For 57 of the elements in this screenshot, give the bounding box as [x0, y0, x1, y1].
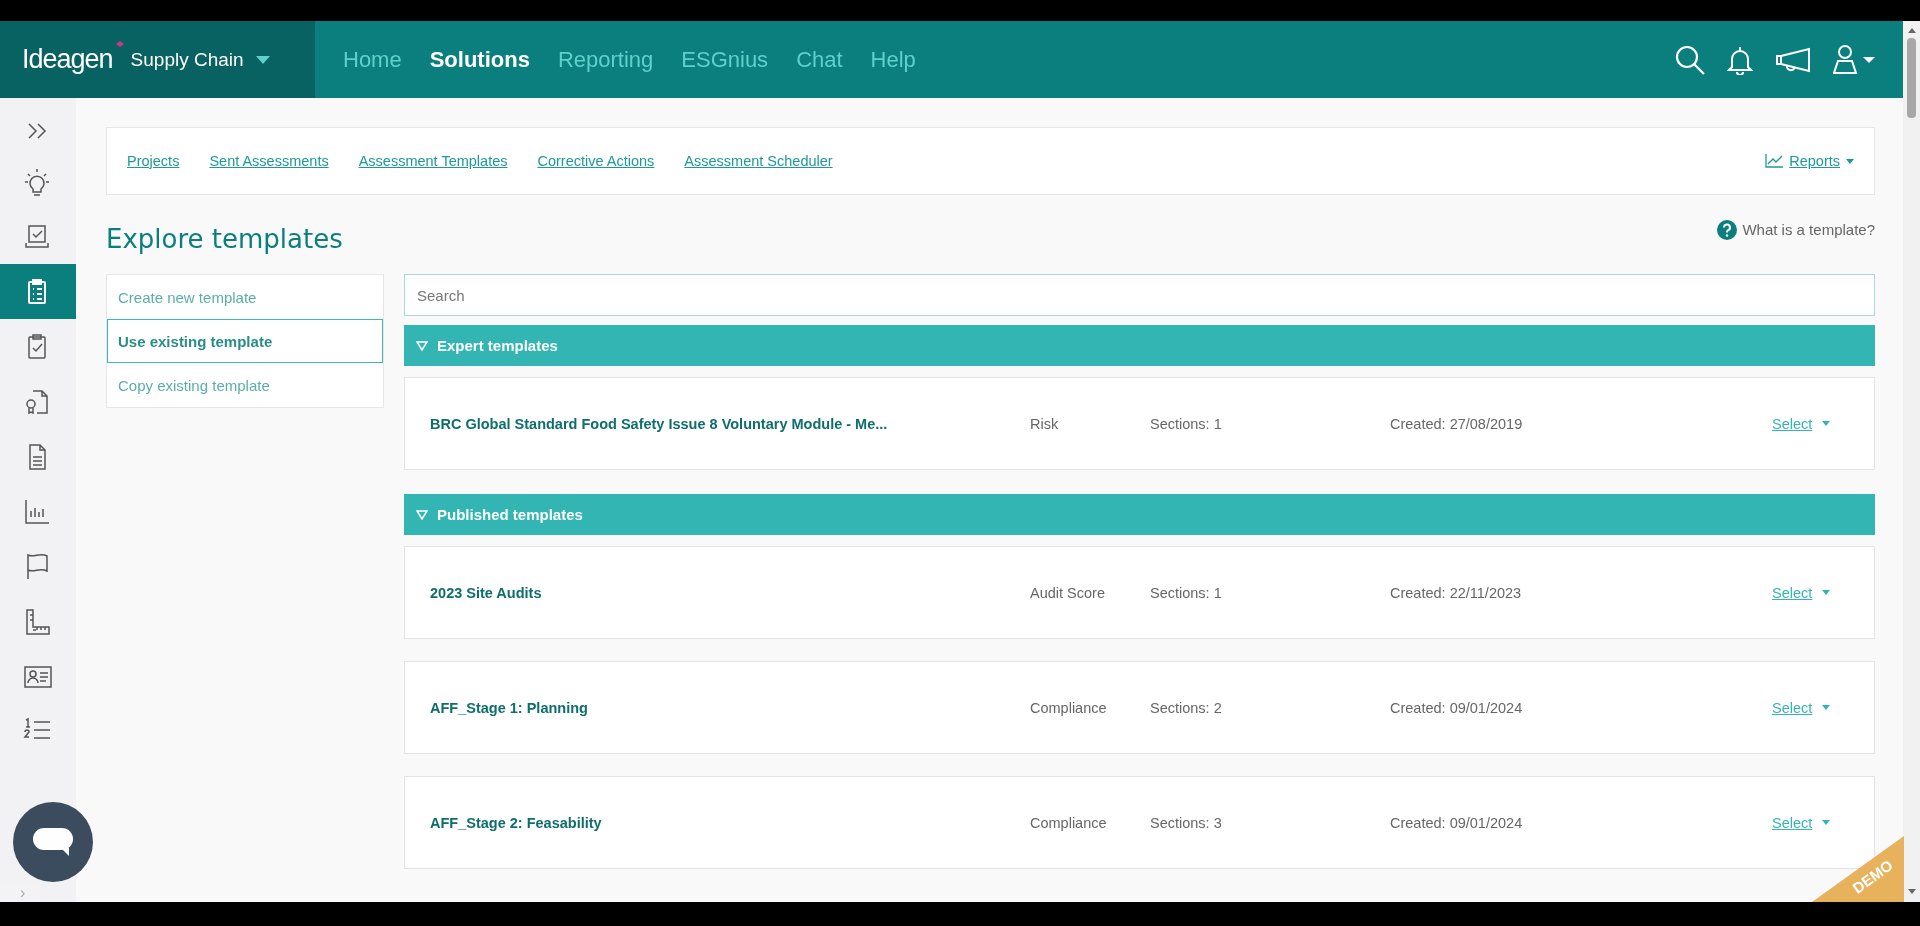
template-name[interactable]: AFF_Stage 1: Planning: [430, 699, 588, 716]
subnav-link[interactable]: Corrective Actions: [537, 153, 655, 169]
subnav-link[interactable]: Assessment Scheduler: [684, 153, 833, 169]
template-type: Risk: [1030, 415, 1059, 432]
nav-tab[interactable]: Solutions: [429, 46, 530, 73]
nav-tab[interactable]: Help: [870, 46, 916, 73]
select-menu[interactable]: Select: [1772, 814, 1831, 831]
line-chart-icon: [1765, 154, 1784, 168]
search-field[interactable]: Search: [404, 274, 1875, 316]
caret-icon: [255, 55, 270, 64]
select-menu[interactable]: Select: [1772, 699, 1831, 716]
sidebar-item[interactable]: [0, 264, 76, 319]
nav-tab[interactable]: ESGnius: [681, 46, 769, 73]
subnav-link[interactable]: Assessment Templates: [358, 153, 508, 169]
created-date: Created: 27/08/2019: [1390, 415, 1523, 432]
logo-mark-icon: [114, 40, 125, 50]
user-icon[interactable]: [1833, 44, 1875, 75]
template-type: Audit Score: [1030, 584, 1105, 601]
help-link[interactable]: What is a template?: [1742, 221, 1875, 238]
template-name[interactable]: BRC Global Standard Food Safety Issue 8 Voluntary Module - Me...: [430, 415, 888, 432]
caret-icon: [1822, 820, 1831, 825]
created-date: Created: 22/11/2023: [1390, 584, 1522, 601]
bell-icon[interactable]: [1727, 44, 1753, 75]
subnav-link[interactable]: Sent Assessments: [209, 153, 329, 169]
template-type: Compliance: [1030, 814, 1107, 831]
caret-icon: [1822, 421, 1831, 426]
template-name[interactable]: AFF_Stage 2: Feasability: [430, 814, 602, 831]
megaphone-icon[interactable]: [1775, 45, 1811, 74]
search-icon[interactable]: [1675, 44, 1705, 75]
expand-icon[interactable]: [27, 122, 49, 140]
caret-icon: [1822, 705, 1831, 710]
section-count: Sections: 2: [1150, 699, 1222, 716]
select-menu[interactable]: Select: [1772, 584, 1831, 601]
reports-menu[interactable]: Reports: [1765, 153, 1854, 169]
created-date: Created: 09/01/2024: [1390, 699, 1523, 716]
section-header[interactable]: Published templates: [404, 494, 1875, 535]
section-count: Sections: 1: [1150, 415, 1222, 432]
subnav-link[interactable]: Projects: [127, 153, 180, 169]
ruler-icon: [23, 606, 53, 637]
product-switcher[interactable]: Supply Chain: [130, 48, 270, 71]
caret-icon: [1846, 158, 1854, 164]
created-date: Created: 09/01/2024: [1390, 814, 1523, 831]
nav-tab[interactable]: Chat: [796, 46, 843, 73]
section-count: Sections: 3: [1150, 814, 1222, 831]
page-title: Explore templates: [106, 222, 343, 254]
brand-logo[interactable]: Ideagen: [22, 44, 121, 75]
section-count: Sections: 1: [1150, 584, 1222, 601]
template-name[interactable]: 2023 Site Audits: [430, 584, 542, 601]
nav-tab[interactable]: Home: [343, 46, 402, 73]
chat-bubble-icon: [33, 826, 73, 858]
template-type: Compliance: [1030, 699, 1107, 716]
caret-icon: [1822, 590, 1831, 595]
template-option[interactable]: Use existing template: [107, 319, 383, 363]
help-icon[interactable]: [1717, 219, 1738, 240]
select-menu[interactable]: Select: [1772, 415, 1831, 432]
nav-tab[interactable]: Reporting: [557, 46, 654, 73]
section-header[interactable]: Expert templates: [404, 325, 1875, 366]
